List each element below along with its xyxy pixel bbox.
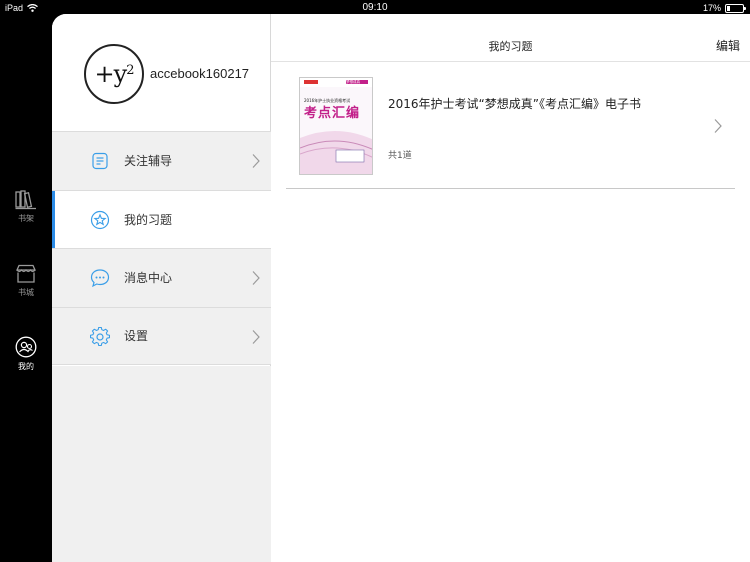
chevron-right-icon bbox=[252, 154, 260, 168]
menu-item-label: 设置 bbox=[124, 329, 149, 344]
bookshelf-icon bbox=[15, 190, 36, 210]
chevron-right-icon bbox=[252, 329, 260, 344]
sidebar: +y 2 accebook160217 关注辅导 我的习题 消息中心 设置 bbox=[52, 14, 271, 562]
battery-percent: 17% bbox=[702, 3, 721, 13]
book-cover: 2016年护士执业资格考试 考点汇编 梦想成真 bbox=[299, 77, 373, 175]
sidebar-menu: 关注辅导 我的习题 消息中心 设置 bbox=[52, 131, 271, 365]
ipad-screen: iPad 09:10 17% 书架 书城 我的 +y 2 accebook160… bbox=[0, 0, 750, 562]
menu-item-settings[interactable]: 设置 bbox=[52, 306, 271, 365]
page-title: 我的习题 bbox=[488, 40, 533, 53]
book-count: 共1道 bbox=[388, 151, 412, 161]
cover-brand: 梦想成真 bbox=[346, 80, 360, 84]
book-title: 2016年护士考试“梦想成真”《考点汇编》电子书 bbox=[388, 97, 641, 111]
battery-icon bbox=[725, 3, 746, 13]
sidebar-filler bbox=[52, 366, 271, 562]
tab-label: 我的 bbox=[18, 362, 34, 371]
main-panel: +y 2 accebook160217 关注辅导 我的习题 消息中心 设置 我的… bbox=[52, 14, 750, 562]
menu-item-message-center[interactable]: 消息中心 bbox=[52, 248, 271, 307]
username: accebook160217 bbox=[150, 66, 250, 81]
chat-bubble-icon bbox=[90, 269, 110, 288]
gear-icon bbox=[90, 326, 110, 346]
star-icon bbox=[90, 210, 110, 229]
book-list-item[interactable]: 2016年护士执业资格考试 考点汇编 梦想成真 2016年护士考试“梦想成真”《… bbox=[286, 68, 735, 189]
chevron-right-icon bbox=[714, 119, 722, 133]
tab-store[interactable]: 书城 bbox=[0, 264, 52, 298]
chevron-right-icon bbox=[252, 271, 260, 285]
notes-icon bbox=[92, 152, 108, 170]
profile-icon bbox=[15, 336, 37, 358]
tab-label: 书架 bbox=[18, 214, 34, 223]
content-header: 我的习题 编辑 bbox=[271, 14, 750, 62]
avatar-text: +y bbox=[94, 60, 128, 88]
menu-item-label: 关注辅导 bbox=[124, 154, 173, 169]
avatar[interactable]: +y 2 bbox=[84, 44, 144, 104]
menu-item-label: 消息中心 bbox=[124, 271, 173, 286]
tab-profile[interactable]: 我的 bbox=[0, 336, 52, 372]
tab-label: 书城 bbox=[18, 288, 34, 297]
battery-fill bbox=[727, 5, 730, 11]
store-icon bbox=[15, 264, 37, 283]
menu-item-label: 我的习题 bbox=[124, 212, 173, 227]
cover-heading: 考点汇编 bbox=[304, 106, 361, 121]
tab-bookshelf[interactable]: 书架 bbox=[0, 190, 52, 224]
status-time: 09:10 bbox=[362, 2, 388, 13]
content-area: 我的习题 编辑 2016年护士执业资格考试 考点汇编 梦想成真 2016年护士考… bbox=[271, 14, 750, 562]
menu-item-follow-tutoring[interactable]: 关注辅导 bbox=[52, 131, 271, 190]
book-cover-art bbox=[300, 78, 372, 174]
cover-subtitle: 2016年护士执业资格考试 bbox=[304, 98, 351, 103]
profile-header: +y 2 accebook160217 bbox=[52, 14, 271, 131]
edit-button[interactable]: 编辑 bbox=[716, 37, 740, 54]
menu-item-my-exercises[interactable]: 我的习题 bbox=[52, 189, 271, 248]
avatar-sup: 2 bbox=[126, 62, 134, 78]
status-right: 17% bbox=[702, 3, 746, 13]
tab-bar: 书架 书城 我的 bbox=[0, 16, 52, 562]
